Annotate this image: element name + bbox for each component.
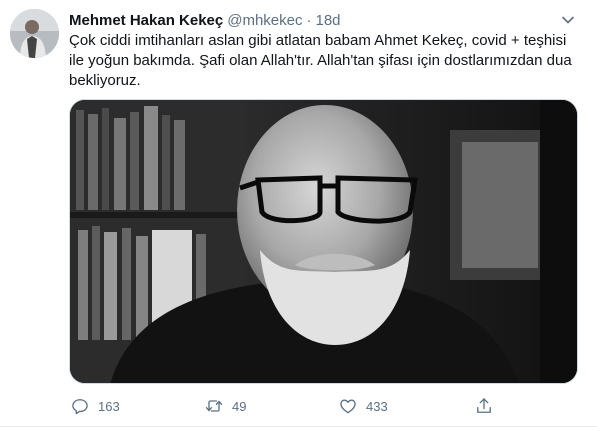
like-count: 433 — [366, 398, 388, 414]
more-options-button[interactable] — [559, 11, 577, 29]
share-button[interactable] — [474, 392, 502, 420]
tweet-photo[interactable] — [69, 99, 578, 384]
reply-count: 163 — [98, 398, 120, 414]
avatar[interactable] — [10, 9, 59, 58]
separator-dot: · — [306, 11, 312, 29]
author-name[interactable]: Mehmet Hakan Kekeç — [69, 12, 223, 29]
tweet-actions: 163 49 433 — [58, 392, 508, 420]
tweet-header: Mehmet Hakan Kekeç @mhkekec · 18d — [69, 11, 341, 29]
retweet-count: 49 — [232, 398, 247, 414]
like-button[interactable]: 433 — [338, 392, 388, 420]
heart-icon — [340, 399, 356, 414]
share-icon — [477, 398, 491, 413]
chevron-down-icon — [562, 16, 574, 24]
photo-image — [70, 100, 577, 383]
tweet-text: Çok ciddi imtihanları aslan gibi atlatan… — [69, 32, 572, 89]
tweet[interactable]: Mehmet Hakan Kekeç @mhkekec · 18d Çok ci… — [0, 0, 597, 427]
retweet-icon — [205, 400, 223, 412]
reply-icon — [72, 399, 88, 415]
avatar-image — [10, 9, 59, 58]
reply-button[interactable]: 163 — [70, 392, 120, 420]
author-handle[interactable]: @mhkekec — [227, 12, 302, 29]
retweet-button[interactable]: 49 — [204, 392, 246, 420]
tweet-timestamp[interactable]: 18d — [315, 12, 340, 29]
